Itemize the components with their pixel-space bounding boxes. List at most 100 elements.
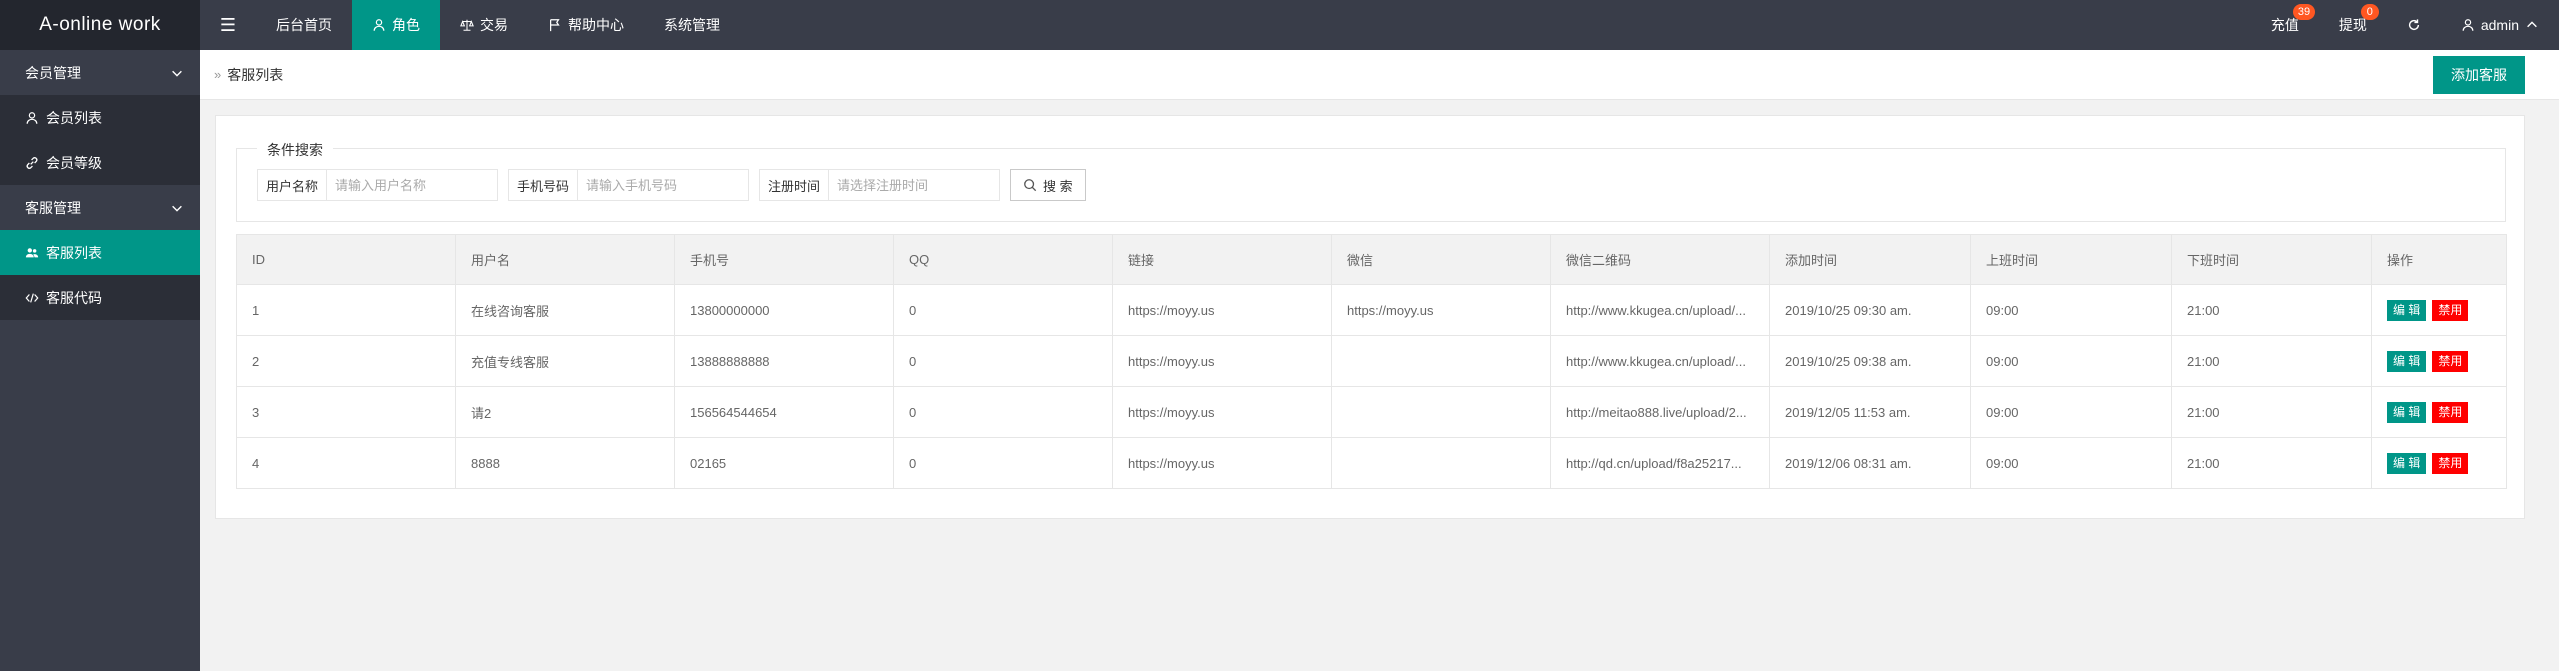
chevron-down-icon: [170, 66, 184, 80]
phone-input[interactable]: [578, 170, 749, 200]
col-id: ID: [236, 234, 456, 285]
withdraw-link[interactable]: 提现 0: [2319, 0, 2387, 50]
users-icon: [25, 246, 39, 260]
cell-id: 2: [236, 335, 456, 387]
cell-wechat: [1331, 437, 1551, 489]
col-start-time: 上班时间: [1970, 234, 2172, 285]
cell-end-time: 21:00: [2171, 386, 2372, 438]
sidebar-group-members[interactable]: 会员管理: [0, 50, 200, 95]
sidebar-item-member-list[interactable]: 会员列表: [0, 95, 200, 140]
phone-label: 手机号码: [509, 170, 579, 200]
nav-system[interactable]: 系统管理: [644, 0, 740, 50]
cell-actions: 编 辑禁用: [2371, 437, 2507, 489]
top-header: A-online work ☰ 后台首页 角色 交易 帮助中心 系统管理 充值 …: [0, 0, 2559, 50]
search-panel: 条件搜索 用户名称 手机号码 注册时间: [236, 140, 2506, 222]
sidebar-item-label: 客服列表: [46, 244, 102, 261]
user-icon: [372, 18, 386, 32]
cell-start-time: 09:00: [1970, 386, 2172, 438]
user-icon: [2461, 18, 2475, 32]
sidebar-item-service-code[interactable]: 客服代码: [0, 275, 200, 320]
recharge-label: 充值: [2270, 17, 2299, 33]
scale-icon: [460, 18, 474, 32]
cell-link: https://moyy.us: [1112, 386, 1332, 438]
app: A-online work ☰ 后台首页 角色 交易 帮助中心 系统管理 充值 …: [0, 0, 2559, 671]
col-wechat-qr: 微信二维码: [1550, 234, 1770, 285]
cell-link: https://moyy.us: [1112, 437, 1332, 489]
recharge-link[interactable]: 充值 39: [2251, 0, 2319, 50]
cell-start-time: 09:00: [1970, 437, 2172, 489]
cell-end-time: 21:00: [2171, 437, 2372, 489]
cell-added-time: 2019/10/25 09:30 am.: [1769, 284, 1971, 336]
col-phone: 手机号: [674, 234, 894, 285]
col-qq: QQ: [893, 234, 1113, 285]
cell-start-time: 09:00: [1970, 335, 2172, 387]
breadcrumb: » 客服列表 添加客服: [200, 50, 2559, 100]
nav-trade[interactable]: 交易: [440, 0, 528, 50]
code-icon: [25, 291, 39, 305]
cell-qq: 0: [893, 335, 1113, 387]
logo: A-online work: [0, 0, 200, 50]
user-name: admin: [2480, 17, 2519, 33]
cell-id: 3: [236, 386, 456, 438]
cell-username: 在线咨询客服: [455, 284, 675, 336]
disable-button[interactable]: 禁用: [2432, 452, 2469, 474]
cell-qq: 0: [893, 437, 1113, 489]
col-added-time: 添加时间: [1769, 234, 1971, 285]
content-card: 条件搜索 用户名称 手机号码 注册时间: [215, 115, 2525, 519]
cell-phone: 156564544654: [674, 386, 894, 438]
edit-button[interactable]: 编 辑: [2387, 350, 2427, 372]
menu-toggle-icon[interactable]: ☰: [200, 0, 256, 50]
nav-role[interactable]: 角色: [352, 0, 440, 50]
cell-qq: 0: [893, 386, 1113, 438]
sidebar-item-member-level[interactable]: 会员等级: [0, 140, 200, 185]
breadcrumb-separator-icon: »: [214, 67, 222, 82]
search-legend: 条件搜索: [257, 140, 333, 160]
nav-system-label: 系统管理: [664, 17, 720, 33]
username-input[interactable]: [327, 170, 498, 200]
cell-added-time: 2019/12/06 08:31 am.: [1769, 437, 1971, 489]
regtime-input[interactable]: [829, 170, 1000, 200]
cell-actions: 编 辑禁用: [2371, 335, 2507, 387]
cell-actions: 编 辑禁用: [2371, 284, 2507, 336]
search-button[interactable]: 搜 索: [1010, 169, 1086, 201]
sidebar-item-service-list[interactable]: 客服列表: [0, 230, 200, 275]
top-nav: 后台首页 角色 交易 帮助中心 系统管理: [256, 0, 740, 50]
cell-phone: 13888888888: [674, 335, 894, 387]
cell-wechat-qr: http://www.kkugea.cn/upload/...: [1550, 335, 1770, 387]
disable-button[interactable]: 禁用: [2432, 401, 2469, 423]
cell-added-time: 2019/10/25 09:38 am.: [1769, 335, 1971, 387]
cell-phone: 13800000000: [674, 284, 894, 336]
nav-help[interactable]: 帮助中心: [528, 0, 644, 50]
user-icon: [25, 111, 39, 125]
sidebar: 会员管理 会员列表 会员等级 客服管理 客服列表 客服代码: [0, 50, 200, 671]
col-end-time: 下班时间: [2171, 234, 2372, 285]
link-icon: [25, 156, 39, 170]
sidebar-item-label: 会员列表: [46, 109, 102, 126]
search-button-label: 搜 索: [1043, 178, 1073, 194]
regtime-label: 注册时间: [760, 170, 830, 200]
col-actions: 操作: [2371, 234, 2507, 285]
cell-qq: 0: [893, 284, 1113, 336]
cell-start-time: 09:00: [1970, 284, 2172, 336]
cell-phone: 02165: [674, 437, 894, 489]
user-menu[interactable]: admin: [2441, 0, 2559, 50]
edit-button[interactable]: 编 辑: [2387, 401, 2427, 423]
cell-id: 1: [236, 284, 456, 336]
service-table: ID 用户名 手机号 QQ 链接 微信 微信二维码 添加时间 上班时间 下班时间…: [236, 234, 2507, 489]
regtime-field: 注册时间: [759, 169, 1001, 201]
cell-wechat: https://moyy.us: [1331, 284, 1551, 336]
disable-button[interactable]: 禁用: [2432, 350, 2469, 372]
table-row: 2 充值专线客服 13888888888 0 https://moyy.us h…: [236, 335, 2507, 387]
main-content: » 客服列表 添加客服 条件搜索 用户名称 手机号码 注册时间: [200, 50, 2559, 671]
refresh-button[interactable]: [2387, 0, 2441, 50]
edit-button[interactable]: 编 辑: [2387, 452, 2427, 474]
disable-button[interactable]: 禁用: [2432, 299, 2469, 321]
sidebar-group-label: 客服管理: [25, 199, 81, 216]
flag-icon: [548, 18, 562, 32]
header-right: 充值 39 提现 0 admin: [2251, 0, 2559, 50]
nav-home[interactable]: 后台首页: [256, 0, 352, 50]
add-service-button[interactable]: 添加客服: [2433, 56, 2525, 94]
edit-button[interactable]: 编 辑: [2387, 299, 2427, 321]
sidebar-group-service[interactable]: 客服管理: [0, 185, 200, 230]
sidebar-item-label: 会员等级: [46, 154, 102, 171]
